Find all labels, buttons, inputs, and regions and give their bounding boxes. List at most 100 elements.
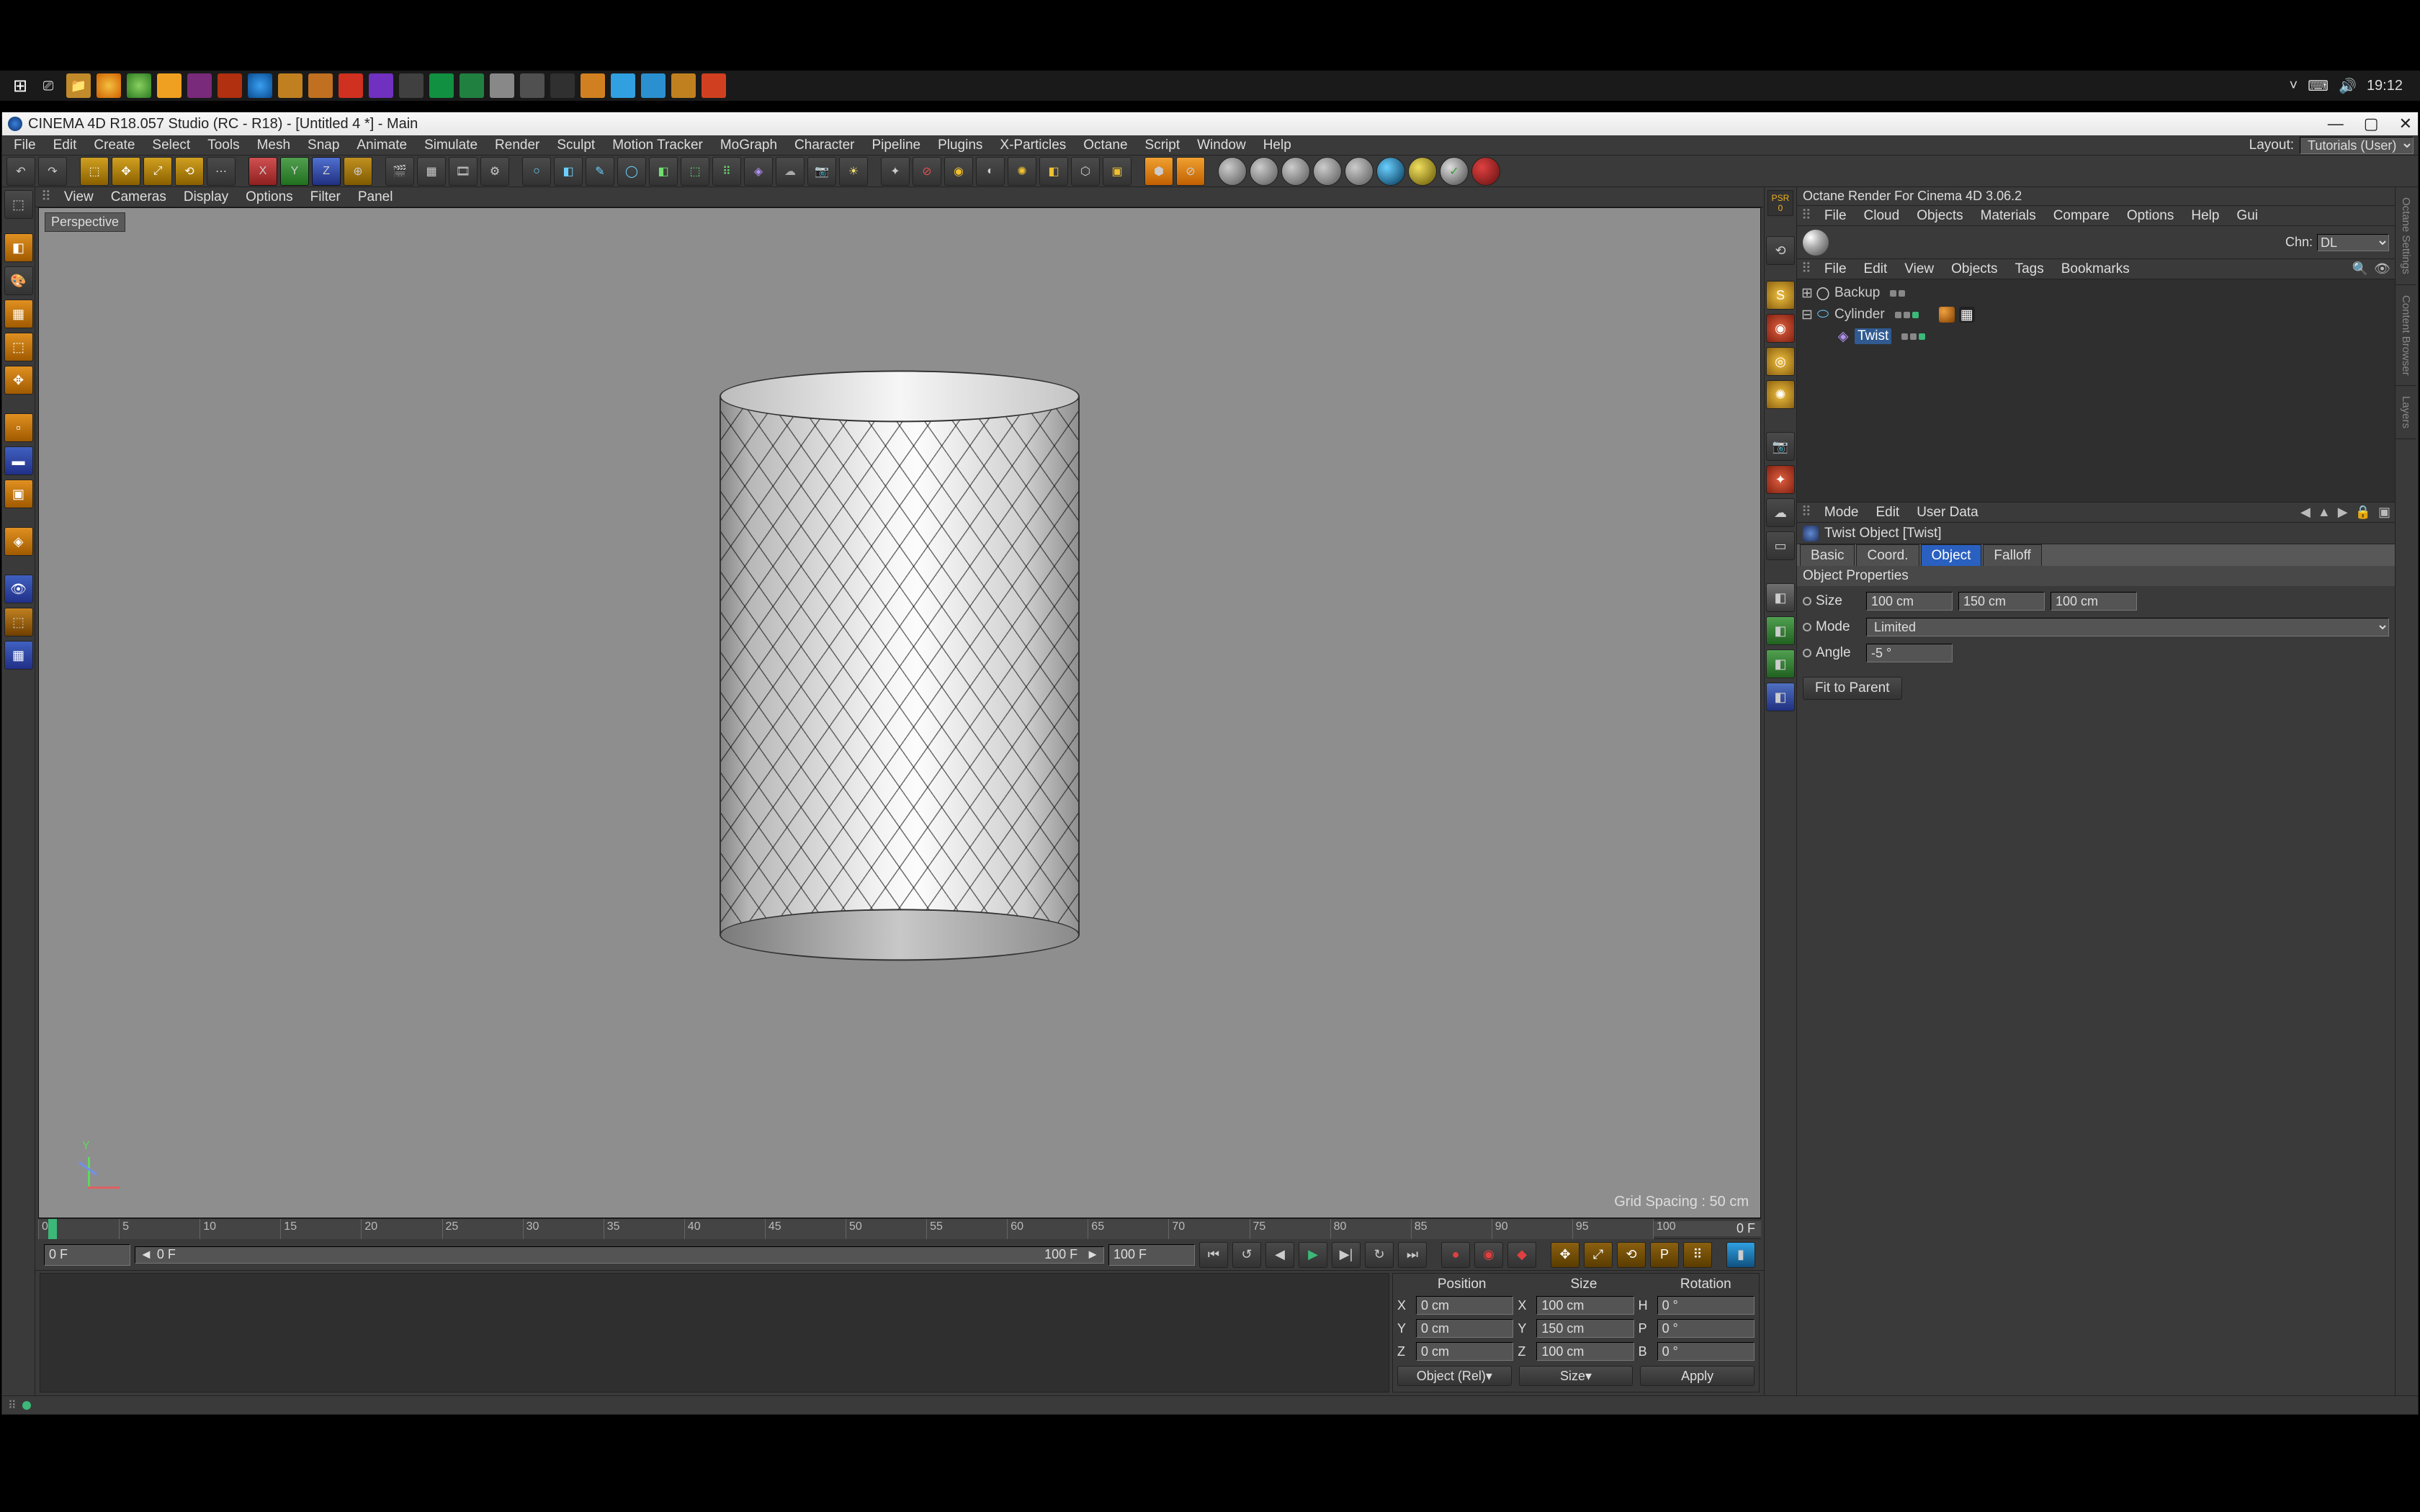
menu-item-select[interactable]: Select — [145, 136, 197, 155]
ommenu-item-view[interactable]: View — [1897, 260, 1941, 279]
render-view-button[interactable]: 🎬 — [385, 157, 414, 186]
gsphere-9[interactable] — [1471, 157, 1500, 186]
loop-next-button[interactable]: ↻ — [1365, 1242, 1394, 1268]
taskbar-app-17[interactable] — [550, 73, 575, 98]
attr-nav-up-icon[interactable]: ▲ — [2318, 505, 2331, 520]
render-picture-button[interactable]: 🎞 — [449, 157, 478, 186]
xp-emitter-button[interactable]: ✦ — [881, 157, 910, 186]
taskbar-app-11[interactable] — [369, 73, 393, 98]
taskbar-app-10[interactable] — [339, 73, 363, 98]
coord-size-field[interactable]: 100 cm — [1536, 1296, 1634, 1315]
angle-field[interactable]: -5 ° — [1866, 644, 1953, 662]
anim-ring-icon[interactable] — [1803, 649, 1811, 657]
size-y-field[interactable]: 150 cm — [1958, 592, 2045, 611]
gsphere-4[interactable] — [1313, 157, 1342, 186]
spline-pen-button[interactable]: ✎ — [586, 157, 614, 186]
current-frame-field[interactable]: 0 F — [157, 1247, 176, 1262]
pal-hair-button[interactable]: ✺ — [1766, 380, 1795, 409]
om-search-icon[interactable]: 🔍 — [2352, 261, 2368, 276]
mode-dropdown[interactable]: Limited — [1866, 618, 2389, 636]
generator-subdiv-button[interactable]: ◧ — [649, 157, 678, 186]
xp-system-button[interactable]: ⊘ — [913, 157, 941, 186]
gsphere-6[interactable] — [1376, 157, 1405, 186]
tab-falloff[interactable]: Falloff — [1983, 544, 2041, 566]
pal-env-button[interactable]: ☁ — [1766, 498, 1795, 527]
attrmenu-item-mode[interactable]: Mode — [1817, 503, 1866, 522]
axis-mode-button[interactable]: ✥ — [4, 366, 33, 395]
light-button[interactable]: ☀ — [839, 157, 868, 186]
octmenu-item-help[interactable]: Help — [2184, 207, 2226, 225]
menu-item-pipeline[interactable]: Pipeline — [864, 136, 928, 155]
viewport[interactable]: Perspective Y Grid Spacing : 50 cm — [38, 207, 1761, 1218]
taskbar-app-9[interactable] — [308, 73, 333, 98]
menu-item-character[interactable]: Character — [787, 136, 861, 155]
gsphere-5[interactable] — [1345, 157, 1373, 186]
next-frame-button[interactable]: ▶| — [1332, 1242, 1361, 1268]
taskbar-app-6[interactable] — [218, 73, 242, 98]
menu-item-motion-tracker[interactable]: Motion Tracker — [605, 136, 710, 155]
octane-2-button[interactable]: ⊘ — [1176, 157, 1205, 186]
menu-item-edit[interactable]: Edit — [46, 136, 84, 155]
pal-cube3-button[interactable]: ◧ — [1766, 649, 1795, 678]
coord-rot-field[interactable]: 0 ° — [1657, 1319, 1754, 1338]
ommenu-item-file[interactable]: File — [1817, 260, 1854, 279]
ommenu-item-objects[interactable]: Objects — [1944, 260, 2004, 279]
coord-size-field[interactable]: 100 cm — [1536, 1342, 1634, 1361]
ommenu-item-bookmarks[interactable]: Bookmarks — [2054, 260, 2137, 279]
coord-pos-field[interactable]: 0 cm — [1416, 1319, 1513, 1338]
attr-nav-back-icon[interactable]: ◀ — [2300, 505, 2311, 520]
goto-start-button[interactable]: ⏮ — [1199, 1242, 1228, 1268]
menu-item-plugins[interactable]: Plugins — [931, 136, 990, 155]
gsphere-1[interactable] — [1218, 157, 1247, 186]
om-item-label[interactable]: Cylinder — [1834, 307, 1885, 323]
vtab-octane-settings[interactable]: Octane Settings — [2396, 187, 2416, 285]
octmenu-item-options[interactable]: Options — [2120, 207, 2181, 225]
size-x-field[interactable]: 100 cm — [1866, 592, 1953, 611]
menu-item-snap[interactable]: Snap — [300, 136, 346, 155]
vpmenu-item-options[interactable]: Options — [238, 188, 300, 207]
range-end-field[interactable]: 100 F — [1108, 1244, 1195, 1266]
tray-chevron-icon[interactable]: ˅ — [2289, 78, 2298, 94]
timeline-marker-button[interactable]: ▮ — [1726, 1242, 1755, 1268]
vpmenu-item-display[interactable]: Display — [176, 188, 236, 207]
key-button[interactable]: ◆ — [1507, 1242, 1536, 1268]
viewport-solo-button[interactable]: 👁 — [4, 575, 33, 603]
coord-apply-button[interactable]: Apply — [1640, 1366, 1754, 1386]
xp-tag-button[interactable]: ▣ — [1103, 157, 1131, 186]
tab-coord[interactable]: Coord. — [1856, 544, 1919, 566]
attr-lock-icon[interactable]: 🔒 — [2355, 505, 2371, 520]
keymode-pos-button[interactable]: ✥ — [1551, 1242, 1579, 1268]
taskbar-app-2[interactable] — [97, 73, 121, 98]
coord-mode1-dropdown[interactable]: Object (Rel) ▾ — [1397, 1366, 1512, 1386]
menu-item-create[interactable]: Create — [86, 136, 142, 155]
taskbar-app-7[interactable] — [248, 73, 272, 98]
keymode-rot-button[interactable]: ⟲ — [1617, 1242, 1646, 1268]
phong-tag-icon[interactable] — [1939, 307, 1955, 323]
octmenu-item-cloud[interactable]: Cloud — [1857, 207, 1907, 225]
menu-item-script[interactable]: Script — [1138, 136, 1188, 155]
pal-reset-button[interactable]: ⟲ — [1766, 236, 1795, 265]
vpmenu-item-view[interactable]: View — [57, 188, 101, 207]
pal-uv-button[interactable]: ◎ — [1766, 347, 1795, 376]
object-manager-tree[interactable]: ⊞ 〇 Backup ⊟ ⬭ Cylinder ▦ — [1797, 279, 2395, 503]
pal-light-button[interactable]: ✦ — [1766, 465, 1795, 494]
live-select-button[interactable]: ⬚ — [80, 157, 109, 186]
om-item-twist[interactable]: ◈ Twist — [1801, 325, 2390, 347]
anim-ring-icon[interactable] — [1803, 597, 1811, 606]
minimize-button[interactable]: — — [2328, 114, 2344, 133]
octane-chn-dropdown[interactable]: DL — [2317, 234, 2389, 251]
menu-item-window[interactable]: Window — [1190, 136, 1253, 155]
autokey-button[interactable]: ◉ — [1474, 1242, 1503, 1268]
tray-volume-icon[interactable]: 🔊 — [2339, 77, 2357, 95]
expander-icon[interactable]: ⊟ — [1801, 307, 1811, 323]
snap-button[interactable]: ⬚ — [4, 608, 33, 636]
taskbar-app-8[interactable] — [278, 73, 302, 98]
point-mode-button[interactable]: ▫ — [4, 413, 33, 442]
camera-button[interactable]: 📷 — [807, 157, 836, 186]
taskbar-app-22[interactable] — [702, 73, 726, 98]
menu-item-simulate[interactable]: Simulate — [417, 136, 485, 155]
anim-ring-icon[interactable] — [1803, 623, 1811, 631]
pal-cube2-button[interactable]: ◧ — [1766, 616, 1795, 645]
xp-modifier-button[interactable]: ✺ — [1008, 157, 1036, 186]
record-button[interactable]: ● — [1441, 1242, 1470, 1268]
